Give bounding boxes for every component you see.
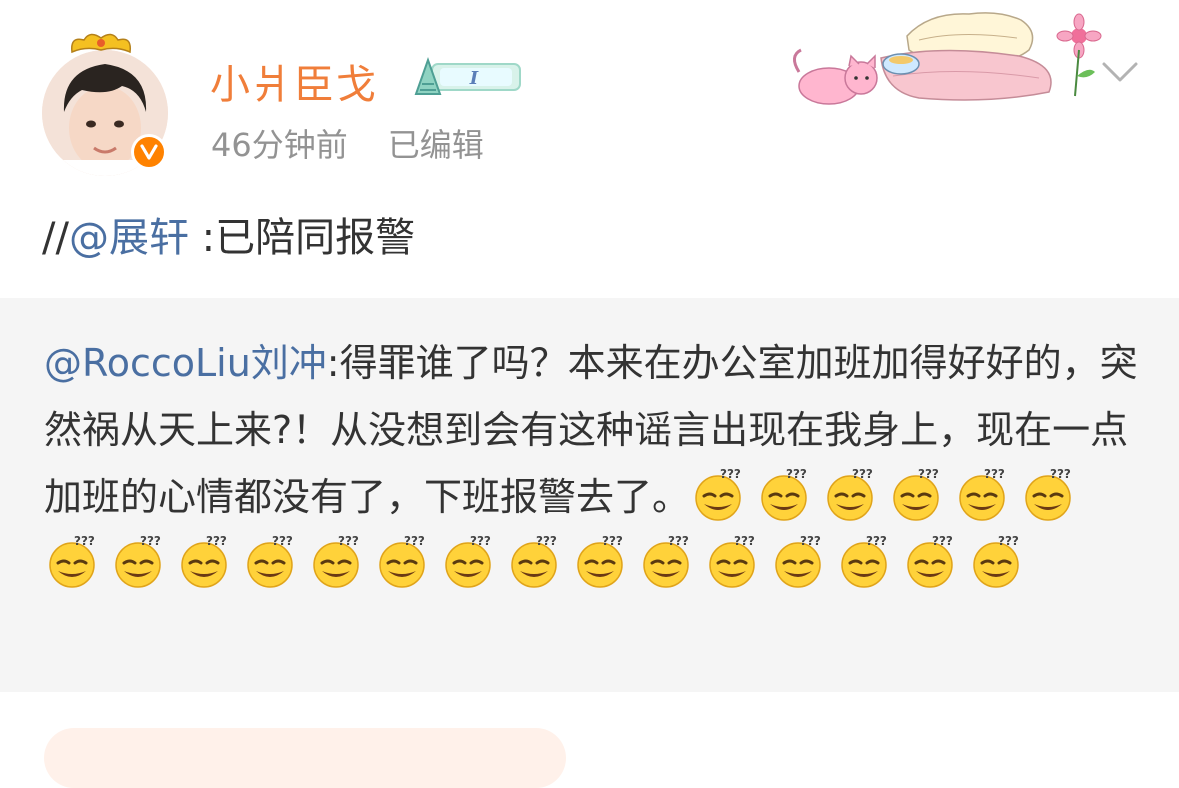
repost-body: :已陪同报警 — [188, 215, 416, 261]
repost-text: //@展轩 :已陪同报警 — [42, 205, 415, 263]
smirk-emoji-icon: ??? — [181, 534, 227, 588]
svg-text:???: ??? — [918, 467, 939, 481]
svg-text:???: ??? — [866, 534, 887, 548]
smirk-emoji-icon: ??? — [827, 467, 873, 521]
repost-mention-link[interactable]: @展轩 — [69, 215, 189, 261]
quoted-text: @RoccoLiu刘冲:得罪谁了吗？本来在办公室加班加得好好的，突然祸从天上来?… — [44, 330, 1144, 598]
svg-text:???: ??? — [272, 534, 293, 548]
smirk-emoji-icon: ??? — [973, 534, 1019, 588]
smirk-emoji-icon: ??? — [49, 534, 95, 588]
edited-label[interactable]: 已编辑 — [388, 126, 484, 164]
verified-badge-icon — [131, 134, 167, 170]
svg-text:???: ??? — [206, 534, 227, 548]
svg-text:???: ??? — [800, 534, 821, 548]
smirk-emoji-icon: ??? — [577, 534, 623, 588]
svg-text:???: ??? — [1050, 467, 1071, 481]
smirk-emoji-icon: ??? — [379, 534, 425, 588]
smirk-emoji-icon: ??? — [247, 534, 293, 588]
svg-text:???: ??? — [74, 534, 95, 548]
svg-text:???: ??? — [668, 534, 689, 548]
smirk-emoji-icon: ??? — [1025, 467, 1071, 521]
smirk-emoji-icon: ??? — [893, 467, 939, 521]
quoted-original-post[interactable]: @RoccoLiu刘冲:得罪谁了吗？本来在办公室加班加得好好的，突然祸从天上来?… — [0, 298, 1179, 692]
smirk-emoji-icon: ??? — [445, 534, 491, 588]
smirk-emoji-icon: ??? — [709, 534, 755, 588]
svg-text:I: I — [469, 68, 479, 89]
post-meta: 46分钟前 已编辑 — [211, 120, 484, 166]
svg-text:???: ??? — [998, 534, 1019, 548]
svg-text:???: ??? — [852, 467, 873, 481]
svg-text:???: ??? — [470, 534, 491, 548]
smirk-emoji-icon: ??? — [115, 534, 161, 588]
svg-text:???: ??? — [932, 534, 953, 548]
svg-text:???: ??? — [536, 534, 557, 548]
smirk-emoji-icon: ??? — [775, 534, 821, 588]
smirk-emoji-icon: ??? — [841, 534, 887, 588]
member-level-badge-icon[interactable]: I — [410, 54, 522, 98]
crown-icon — [71, 33, 131, 54]
chevron-down-icon[interactable] — [1100, 58, 1140, 86]
smirk-emoji-icon: ??? — [959, 467, 1005, 521]
svg-text:???: ??? — [338, 534, 359, 548]
svg-text:???: ??? — [404, 534, 425, 548]
svg-text:???: ??? — [984, 467, 1005, 481]
svg-text:???: ??? — [734, 534, 755, 548]
repost-prefix: // — [42, 215, 69, 261]
smirk-emoji-icon: ??? — [643, 534, 689, 588]
svg-text:???: ??? — [602, 534, 623, 548]
smirk-emoji-icon: ??? — [761, 467, 807, 521]
smirk-emoji-icon: ??? — [313, 534, 359, 588]
card-decoration-illustration — [793, 12, 1102, 105]
smirk-emoji-icon: ??? — [695, 467, 741, 521]
svg-text:???: ??? — [720, 467, 741, 481]
username[interactable]: 小爿臣戈 — [210, 52, 378, 110]
post-time: 46分钟前 — [211, 126, 348, 164]
smirk-emoji-icon: ??? — [907, 534, 953, 588]
svg-text:???: ??? — [786, 467, 807, 481]
smirk-emoji-icon: ??? — [511, 534, 557, 588]
quoted-author-link[interactable]: @RoccoLiu刘冲 — [44, 341, 327, 385]
svg-text:???: ??? — [140, 534, 161, 548]
action-bar-pill[interactable] — [44, 728, 566, 788]
